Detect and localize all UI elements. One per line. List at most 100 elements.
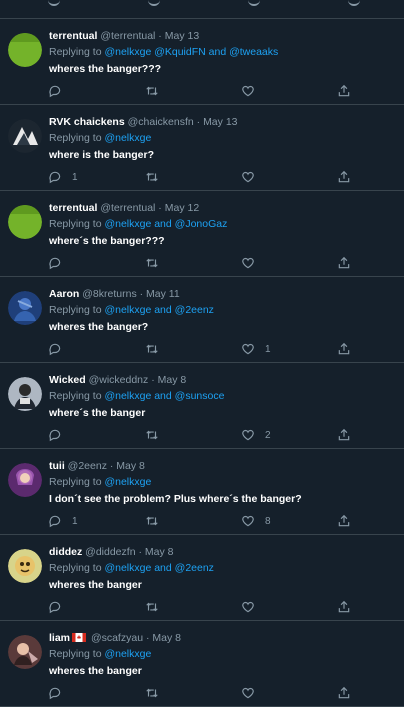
- replying-to-mentions[interactable]: @nelkxge: [104, 476, 151, 488]
- tweet-reply[interactable]: Aaron @8kreturns · May 11 Replying to @ne…: [0, 277, 404, 363]
- retweet-button[interactable]: [145, 513, 159, 529]
- separator-dot: ·: [135, 546, 145, 558]
- replying-to: Replying to @nelkxge: [49, 132, 151, 144]
- share-button[interactable]: [337, 513, 351, 529]
- tweet-reply[interactable]: tuii @2eenz · May 8 Replying to @nelkxge I…: [0, 449, 404, 535]
- user-handle[interactable]: @terrentual: [100, 30, 155, 42]
- display-name[interactable]: terrentual: [49, 202, 97, 214]
- reply-button[interactable]: [48, 83, 72, 99]
- avatar[interactable]: [8, 33, 42, 67]
- avatar[interactable]: [8, 205, 42, 239]
- share-button[interactable]: [337, 341, 351, 357]
- like-icon: [241, 256, 255, 270]
- tweet-header: diddez @diddezfn · May 8: [49, 546, 173, 558]
- share-button[interactable]: [337, 255, 351, 271]
- like-count: 8: [265, 515, 271, 527]
- avatar[interactable]: [8, 377, 42, 411]
- avatar[interactable]: [8, 291, 42, 325]
- tweet-date[interactable]: May 8: [145, 546, 174, 558]
- tweet-reply[interactable]: Wicked @wickeddnz · May 8 Replying to @ne…: [0, 363, 404, 449]
- tweet-header: Aaron @8kreturns · May 11: [49, 288, 180, 300]
- display-name[interactable]: Wicked: [49, 374, 86, 386]
- retweet-button[interactable]: [145, 427, 159, 443]
- like-button[interactable]: [241, 685, 265, 701]
- reply-button[interactable]: [48, 341, 72, 357]
- display-name[interactable]: diddez: [49, 546, 82, 558]
- retweet-button[interactable]: [145, 255, 159, 271]
- user-handle[interactable]: @terrentual: [100, 202, 155, 214]
- reply-button[interactable]: [48, 599, 72, 615]
- user-handle[interactable]: @8kreturns: [82, 288, 136, 300]
- reply-button[interactable]: 1: [48, 169, 78, 185]
- canada-flag-icon: [72, 633, 87, 642]
- replying-to-mentions[interactable]: @nelkxge @KquidFN and @tweaaks: [104, 46, 278, 58]
- reply-button[interactable]: 1: [48, 513, 78, 529]
- retweet-icon: [145, 84, 159, 98]
- share-button[interactable]: [337, 685, 351, 701]
- retweet-button[interactable]: [145, 599, 159, 615]
- like-button[interactable]: 1: [241, 341, 271, 357]
- replying-to-mentions[interactable]: @nelkxge and @2eenz: [104, 562, 213, 574]
- tweet-date[interactable]: May 11: [146, 288, 180, 300]
- replying-to-mentions[interactable]: @nelkxge and @2eenz: [104, 304, 213, 316]
- replying-to-mentions[interactable]: @nelkxge and @JonoGaz: [104, 218, 227, 230]
- retweet-button[interactable]: [145, 83, 159, 99]
- like-button[interactable]: [241, 169, 265, 185]
- replying-to-mentions[interactable]: @nelkxge: [104, 648, 151, 660]
- avatar[interactable]: [8, 635, 42, 669]
- tweet-date[interactable]: May 8: [158, 374, 187, 386]
- like-button[interactable]: [241, 83, 265, 99]
- tweet-date[interactable]: May 12: [165, 202, 199, 214]
- tweet-reply[interactable]: RVK chaickens @chaickensfn · May 13 Reply…: [0, 105, 404, 191]
- replying-prefix: Replying to: [49, 648, 102, 660]
- like-button[interactable]: 8: [241, 513, 271, 529]
- display-name[interactable]: tuii: [49, 460, 65, 472]
- user-handle[interactable]: @wickeddnz: [89, 374, 149, 386]
- tweet-date[interactable]: May 13: [165, 30, 199, 42]
- like-button[interactable]: [241, 599, 265, 615]
- tweet-reply[interactable]: terrentual @terrentual · May 12 Replying …: [0, 191, 404, 277]
- avatar[interactable]: [8, 119, 42, 153]
- share-icon: [337, 428, 351, 442]
- reply-button[interactable]: [48, 427, 72, 443]
- tweet-reply[interactable]: diddez @diddezfn · May 8 Replying to @nel…: [0, 535, 404, 621]
- tweet-text-content: where is the banger?: [49, 149, 155, 161]
- reply-count: 1: [72, 515, 78, 527]
- retweet-button[interactable]: [145, 169, 159, 185]
- replying-to-mentions[interactable]: @nelkxge: [104, 132, 151, 144]
- tweet-date[interactable]: May 13: [203, 116, 237, 128]
- reply-count: 1: [72, 171, 78, 183]
- display-name[interactable]: RVK chaickens: [49, 116, 125, 128]
- reply-button[interactable]: [48, 255, 72, 271]
- user-handle[interactable]: @diddezfn: [85, 546, 135, 558]
- avatar[interactable]: [8, 463, 42, 497]
- replying-prefix: Replying to: [49, 218, 102, 230]
- retweet-icon: [145, 256, 159, 270]
- share-button[interactable]: [337, 599, 351, 615]
- replying-to-mentions[interactable]: @nelkxge and @sunsoce: [104, 390, 224, 402]
- replying-to: Replying to @nelkxge and @2eenz: [49, 304, 214, 316]
- display-name[interactable]: liam: [49, 632, 70, 644]
- tweet-reply[interactable]: liam @scafzyau · May 8 Replying to @nelkx…: [0, 621, 404, 707]
- user-handle[interactable]: @scafzyau: [91, 632, 143, 644]
- avatar[interactable]: [8, 549, 42, 583]
- retweet-button[interactable]: [145, 685, 159, 701]
- tweet-header: liam @scafzyau · May 8: [49, 632, 181, 644]
- display-name[interactable]: Aaron: [49, 288, 79, 300]
- tweet-reply[interactable]: terrentual @terrentual · May 13 Replying …: [0, 19, 404, 105]
- display-name[interactable]: terrentual: [49, 30, 97, 42]
- share-button[interactable]: [337, 83, 351, 99]
- user-handle[interactable]: @2eenz: [68, 460, 107, 472]
- tweet-text-content: where´s the banger???: [49, 235, 165, 247]
- tweet-date[interactable]: May 8: [152, 632, 181, 644]
- tweet-date[interactable]: May 8: [116, 460, 145, 472]
- reply-icon: [48, 170, 62, 184]
- share-button[interactable]: [337, 169, 351, 185]
- like-button[interactable]: [241, 255, 265, 271]
- reply-icon: [48, 428, 62, 442]
- user-handle[interactable]: @chaickensfn: [128, 116, 194, 128]
- like-button[interactable]: 2: [241, 427, 271, 443]
- share-button[interactable]: [337, 427, 351, 443]
- retweet-button[interactable]: [145, 341, 159, 357]
- reply-button[interactable]: [48, 685, 72, 701]
